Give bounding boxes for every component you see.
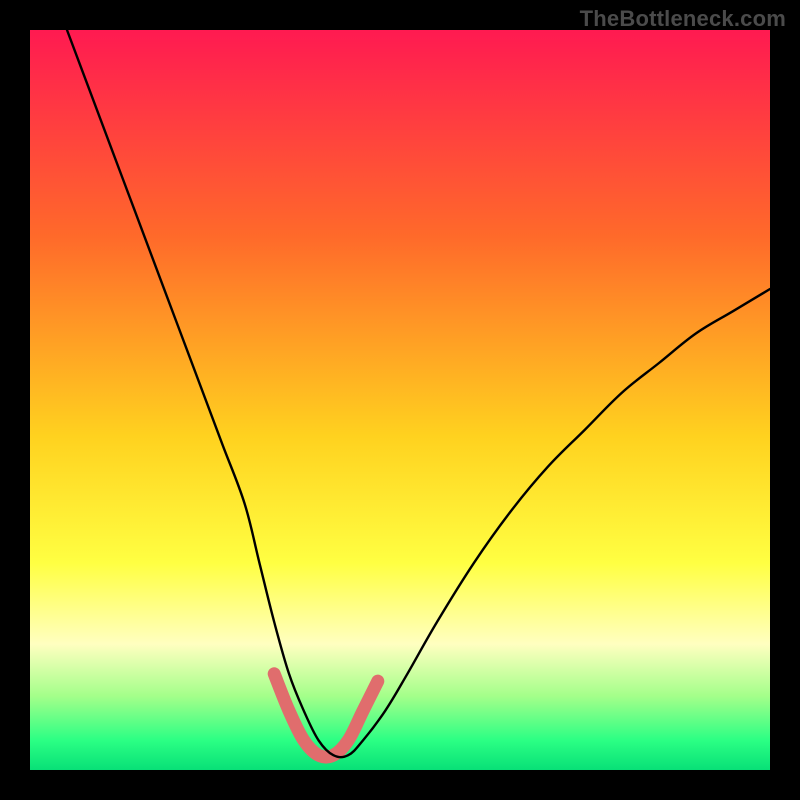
plot-background: [30, 30, 770, 770]
bottleneck-chart: [0, 0, 800, 800]
chart-frame: TheBottleneck.com: [0, 0, 800, 800]
watermark-text: TheBottleneck.com: [580, 6, 786, 32]
